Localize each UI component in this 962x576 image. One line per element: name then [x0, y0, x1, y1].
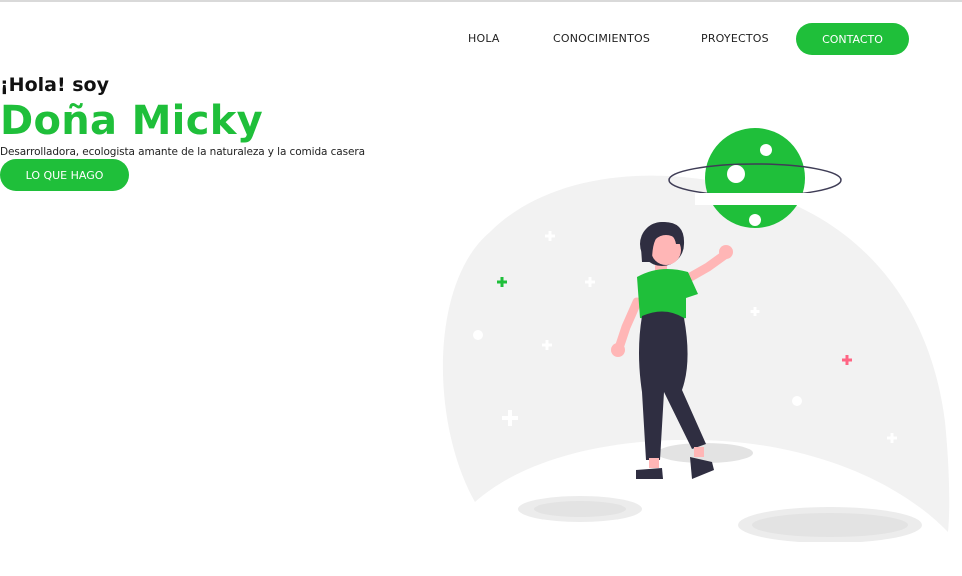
- contact-button[interactable]: CONTACTO: [796, 23, 909, 55]
- crater-shadow: [752, 513, 908, 537]
- star: [473, 330, 483, 340]
- star: [792, 396, 802, 406]
- crater-shadow: [534, 501, 626, 517]
- hero-illustration: [442, 128, 950, 542]
- nav-item-conocimientos[interactable]: CONOCIMIENTOS: [553, 32, 650, 45]
- nav-item-proyectos[interactable]: PROYECTOS: [701, 32, 769, 45]
- hero-greeting: ¡Hola! soy: [0, 74, 109, 96]
- hero-name: Doña Micky: [0, 98, 263, 144]
- what-i-do-button[interactable]: LO QUE HAGO: [0, 159, 129, 191]
- planet-surface: [442, 175, 950, 532]
- landing-page: HOLA CONOCIMIENTOS PROYECTOS CONTACTO ¡H…: [0, 0, 962, 576]
- hero-tagline: Desarrolladora, ecologista amante de la …: [0, 146, 365, 158]
- feet-shadow: [657, 443, 753, 463]
- nav-item-hola[interactable]: HOLA: [468, 32, 500, 45]
